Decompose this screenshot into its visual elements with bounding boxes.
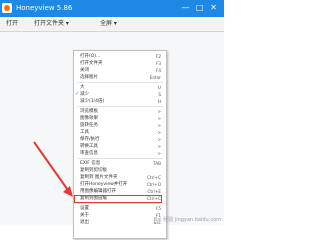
- watermark: Bai 经验 jingyan.baidu.com: [153, 217, 221, 223]
- red-arrow-icon: [33, 141, 73, 197]
